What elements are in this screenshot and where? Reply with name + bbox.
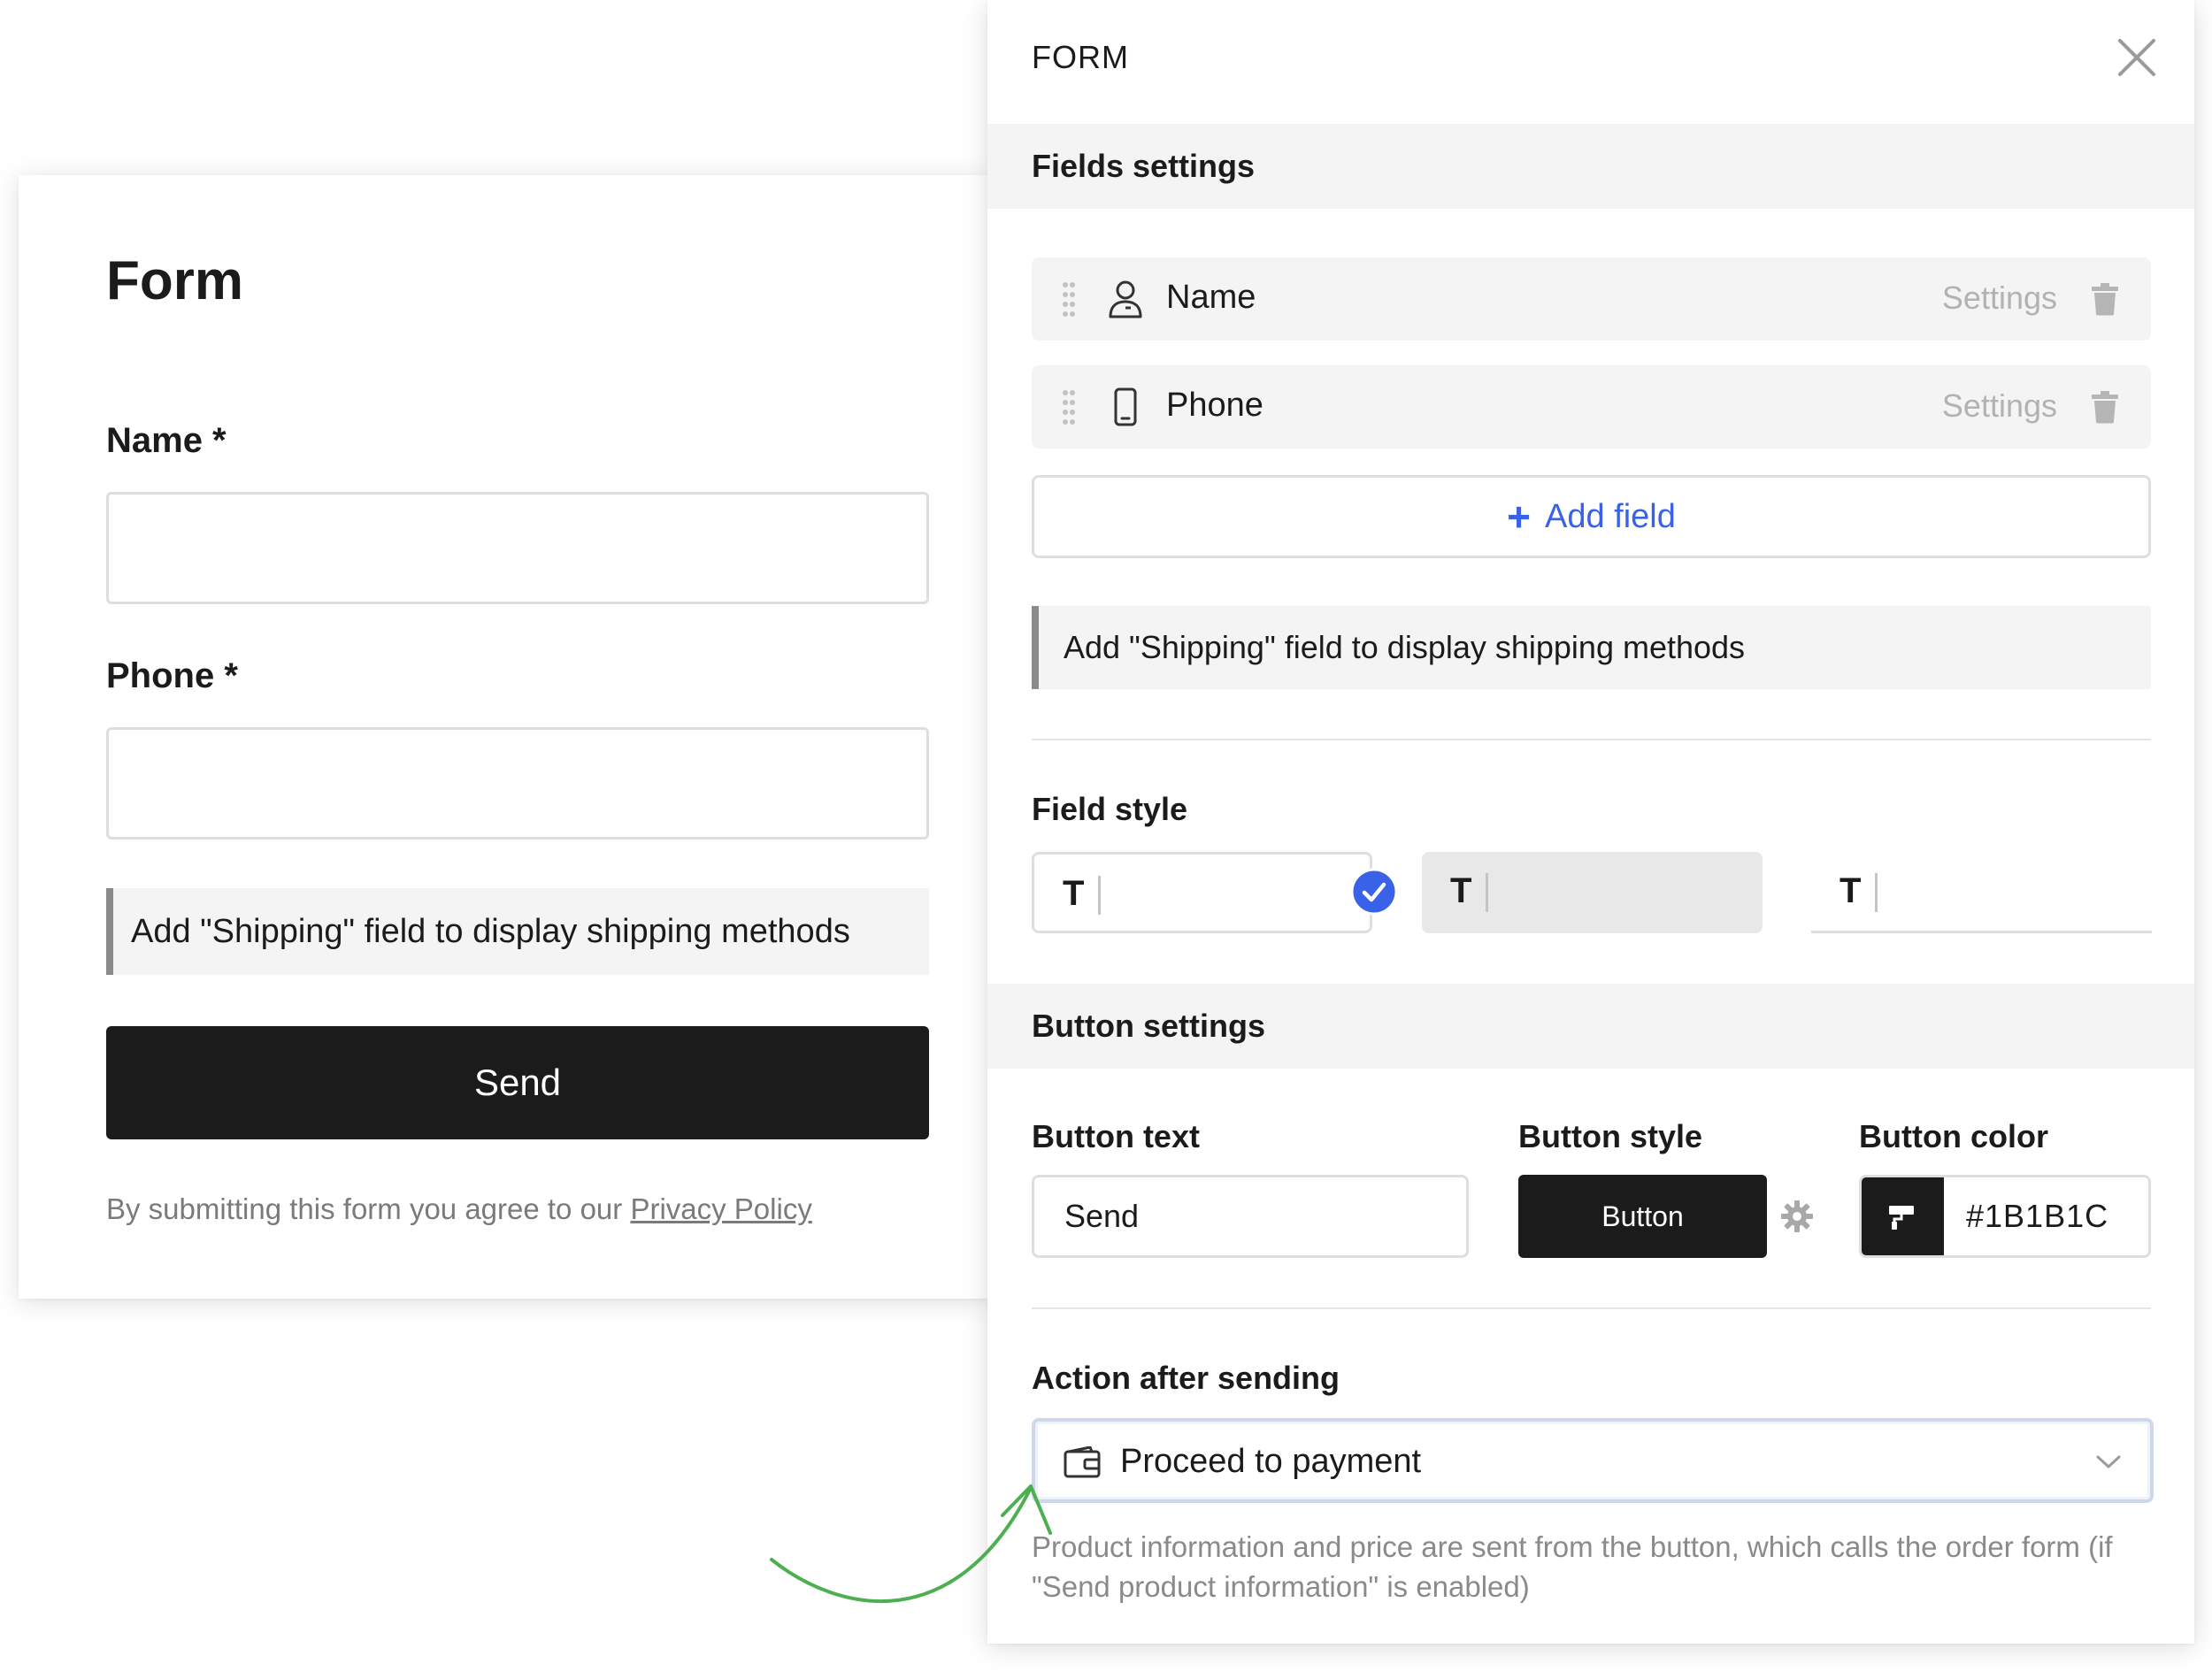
annotation-arrow-icon [770, 1484, 1052, 1604]
field-row-name[interactable]: Name Settings [1032, 257, 2151, 341]
button-text-label: Button text [1032, 1118, 1200, 1154]
divider [1032, 1307, 2151, 1309]
text-style-glyph: T [1450, 871, 1472, 910]
text-caret [1875, 873, 1878, 912]
consent-text: By submitting this form you agree to our [106, 1192, 631, 1225]
add-field-label: Add field [1544, 497, 1676, 535]
text-caret [1098, 876, 1101, 915]
phone-icon [1114, 387, 1137, 426]
drag-handle-icon[interactable] [1062, 388, 1076, 426]
field-settings-link[interactable]: Settings [1942, 387, 2057, 425]
person-icon [1109, 280, 1142, 318]
field-style-underline-option[interactable]: T [1811, 852, 2152, 933]
text-style-glyph: T [1063, 874, 1085, 913]
color-swatch[interactable] [1862, 1177, 1944, 1255]
add-field-button[interactable]: + Add field [1032, 475, 2151, 558]
preview-form-title: Form [106, 250, 243, 311]
privacy-policy-link[interactable]: Privacy Policy [630, 1192, 811, 1225]
gear-icon[interactable] [1780, 1200, 1814, 1233]
preview-phone-input[interactable] [106, 727, 929, 840]
divider [1032, 739, 2151, 740]
fields-settings-header: Fields settings [987, 124, 2194, 209]
close-icon[interactable] [2115, 35, 2159, 80]
field-style-filled-option[interactable]: T [1422, 852, 1763, 933]
field-row-phone[interactable]: Phone Settings [1032, 365, 2151, 448]
paint-roller-icon [1889, 1206, 1914, 1230]
preview-name-label: Name * [106, 421, 227, 460]
preview-consent-text: By submitting this form you agree to our… [106, 1192, 812, 1226]
action-after-sending-label: Action after sending [1032, 1360, 1340, 1396]
text-style-glyph: T [1839, 871, 1862, 910]
panel-title: FORM [1032, 39, 1129, 75]
preview-phone-label: Phone * [106, 656, 238, 695]
button-color-hex[interactable]: #1B1B1C [1966, 1198, 2108, 1235]
action-selected-value: Proceed to payment [1120, 1443, 1422, 1480]
text-caret [1486, 873, 1488, 912]
check-circle-icon [1350, 868, 1398, 916]
button-color-label: Button color [1859, 1118, 2048, 1154]
form-settings-panel: FORM Fields settings Name Settings Phone… [987, 0, 2194, 1644]
field-name-label: Phone [1166, 387, 1263, 424]
field-style-outline-option[interactable]: T [1032, 852, 1372, 933]
action-help-text: Product information and price are sent f… [1032, 1530, 2113, 1603]
action-after-sending-select[interactable]: Proceed to payment [1032, 1418, 2154, 1503]
button-settings-header: Button settings [987, 984, 2194, 1069]
preview-shipping-notice: Add "Shipping" field to display shipping… [106, 888, 929, 975]
chevron-down-icon [2096, 1455, 2121, 1468]
preview-name-input[interactable] [106, 492, 929, 604]
button-color-picker[interactable]: #1B1B1C [1859, 1175, 2151, 1258]
field-style-label: Field style [1032, 791, 1188, 827]
button-style-label: Button style [1518, 1118, 1703, 1154]
drag-handle-icon[interactable] [1062, 280, 1076, 318]
form-preview-card: Form Name * Phone * Add "Shipping" field… [19, 175, 990, 1299]
button-text-input[interactable]: Send [1032, 1175, 1469, 1258]
button-style-select[interactable]: Button [1518, 1175, 1767, 1258]
trash-icon[interactable] [2091, 282, 2119, 316]
trash-icon[interactable] [2091, 390, 2119, 424]
preview-send-button[interactable]: Send [106, 1026, 929, 1139]
shipping-notice: Add "Shipping" field to display shipping… [1032, 606, 2151, 689]
field-name-label: Name [1166, 279, 1256, 316]
field-settings-link[interactable]: Settings [1942, 280, 2057, 317]
plus-icon: + [1507, 494, 1531, 540]
